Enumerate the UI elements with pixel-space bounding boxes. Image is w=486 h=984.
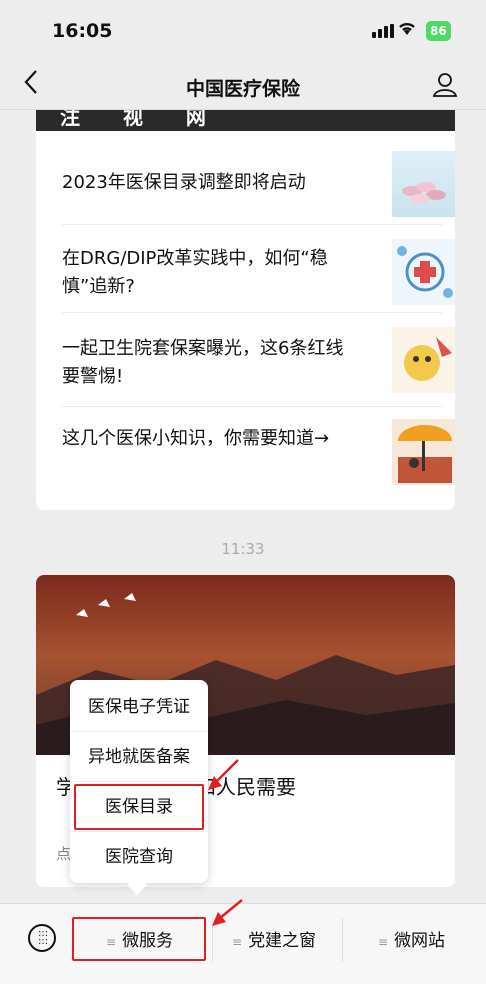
wifi-icon <box>397 20 417 41</box>
article-thumbnail <box>392 327 455 393</box>
article-item[interactable]: 2023年医保目录调整即将启动 <box>62 145 455 225</box>
battery-icon: 86 <box>426 21 451 41</box>
menu-item-ehealth-voucher[interactable]: 医保电子凭证 <box>70 682 208 732</box>
pills-image <box>402 182 446 204</box>
person-icon <box>432 73 458 97</box>
highlight-box <box>74 784 204 830</box>
service-popup-menu: 医保电子凭证 异地就医备案 医保目录 医院查询 <box>70 680 208 895</box>
highlight-box <box>72 917 206 961</box>
article-item[interactable]: 这几个医保小知识，你需要知道→ <box>62 407 455 497</box>
article-thumbnail <box>392 239 455 305</box>
article-thumbnail <box>392 151 455 217</box>
signal-icon <box>372 24 394 38</box>
status-bar: 16:05 86 <box>0 0 486 62</box>
tab-party-window[interactable]: ≡ 党建之窗 <box>232 926 316 956</box>
article-title: 2023年医保目录调整即将启动 <box>62 172 306 193</box>
article-thumbnail <box>392 419 455 485</box>
article-item[interactable]: 在DRG/DIP改革实践中，如何“稳慎”追新? <box>62 225 455 313</box>
cartoon-image <box>404 337 452 381</box>
nav-bar: 中国医疗保险 <box>0 62 486 110</box>
article-title: 在DRG/DIP改革实践中，如何“稳慎”追新? <box>62 248 328 297</box>
tab-label: 微网站 <box>394 931 446 951</box>
tab-divider <box>342 918 343 962</box>
article-title: 一起卫生院套保案曝光，这6条红线要警惕! <box>62 338 344 387</box>
menu-icon: ≡ <box>378 935 389 949</box>
article-title: 这几个医保小知识，你需要知道→ <box>62 428 330 449</box>
menu-item-remote-registration[interactable]: 异地就医备案 <box>70 732 208 782</box>
tab-label: 党建之窗 <box>248 931 317 951</box>
keyboard-icon[interactable]: :::::: <box>28 924 56 952</box>
article-card: 注 视 网 2023年医保目录调整即将启动 在DRG/DIP改革实践中，如何“稳… <box>36 85 455 510</box>
tab-divider <box>212 918 213 962</box>
medical-tech-image <box>397 246 453 298</box>
article-item[interactable]: 一起卫生院套保案曝光，这6条红线要警惕! <box>62 313 455 407</box>
umbrella-image <box>398 425 452 483</box>
page-title: 中国医疗保险 <box>185 78 300 100</box>
profile-button[interactable] <box>432 72 458 98</box>
status-time: 16:05 <box>52 20 113 42</box>
tab-micro-site[interactable]: ≡ 微网站 <box>378 926 445 956</box>
menu-item-hospital-search[interactable]: 医院查询 <box>70 832 208 882</box>
menu-icon: ≡ <box>232 935 243 949</box>
time-separator: 11:33 <box>221 540 265 558</box>
